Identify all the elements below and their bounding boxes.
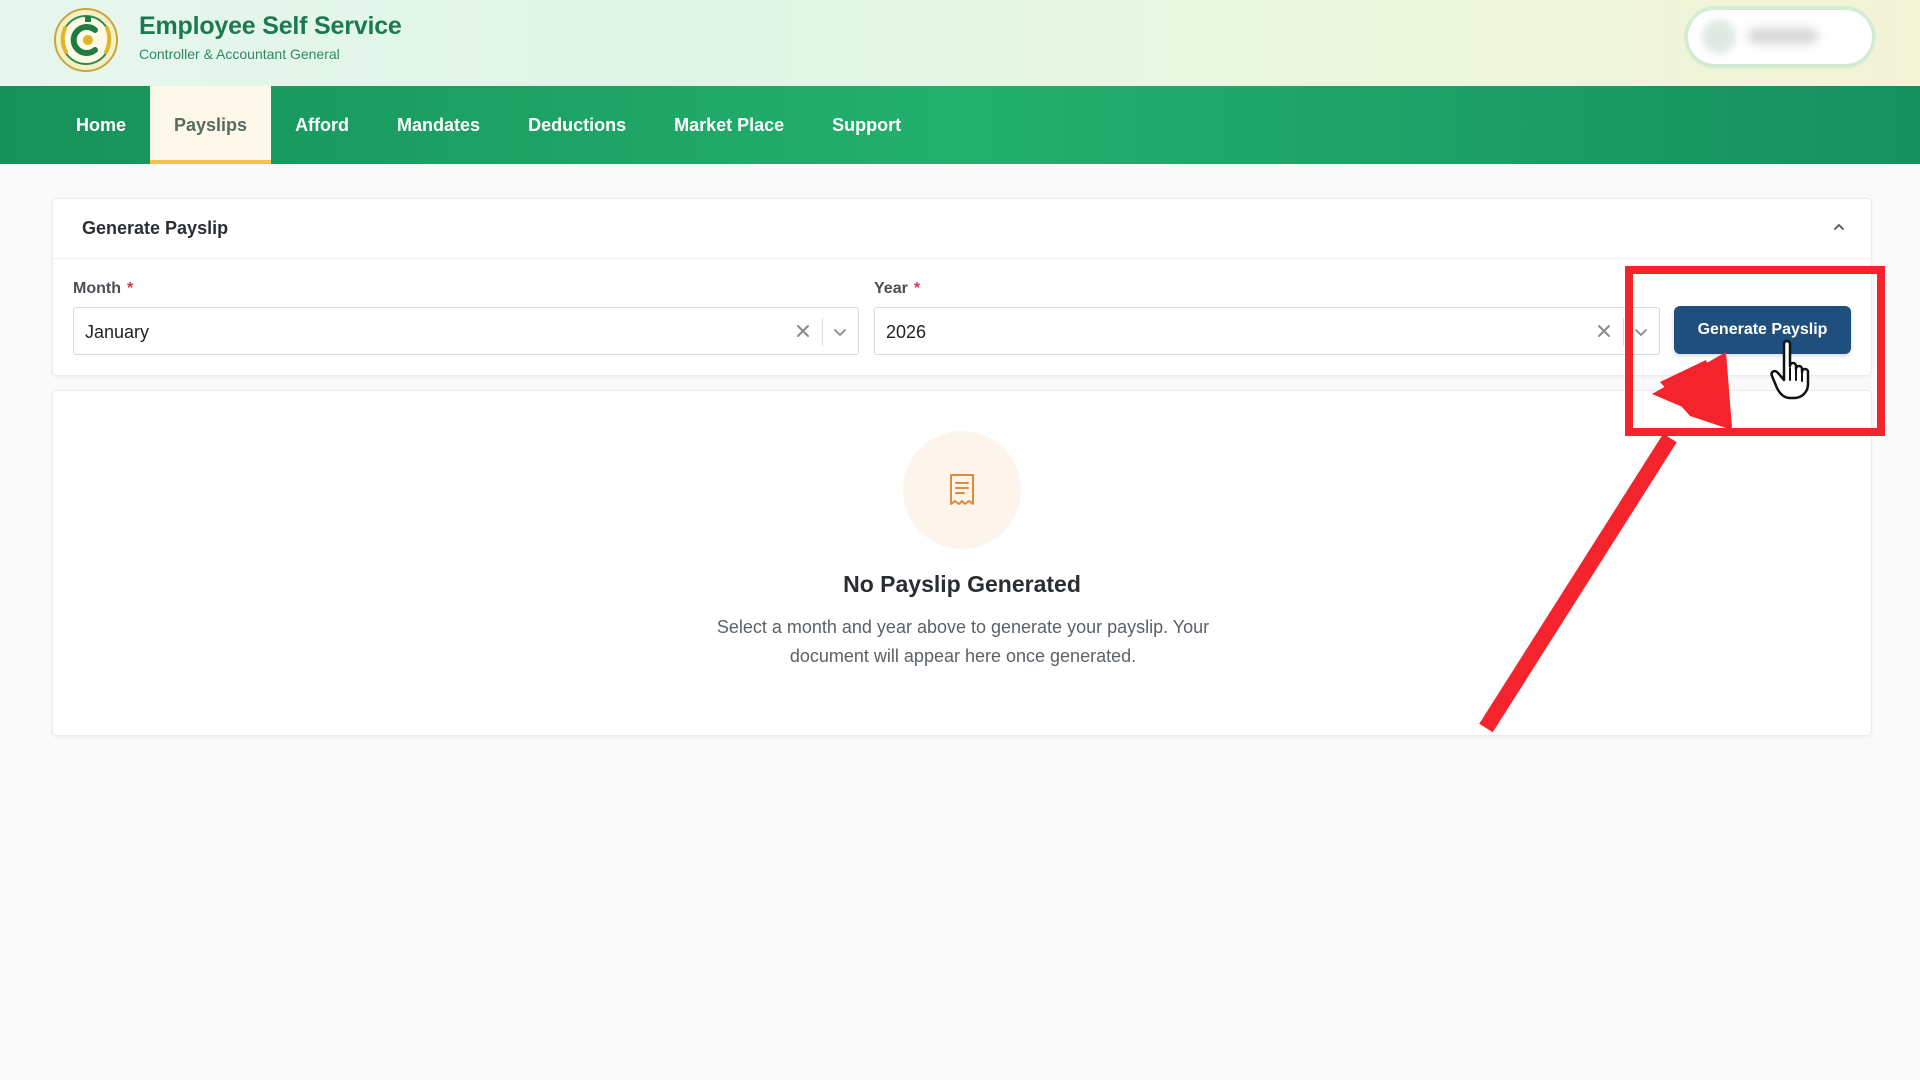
required-mark: * xyxy=(913,280,921,297)
select-divider xyxy=(822,318,823,346)
year-label-text: Year xyxy=(874,280,908,297)
generate-payslip-card: Generate Payslip Month * January Year * 20… xyxy=(52,198,1872,376)
select-divider xyxy=(1623,318,1624,346)
payslip-result-panel: No Payslip Generated Select a month and … xyxy=(52,390,1872,736)
empty-state-icon-circle xyxy=(903,431,1021,549)
chevron-down-icon[interactable] xyxy=(1632,323,1650,341)
government-seal-logo[interactable] xyxy=(52,6,120,74)
close-icon[interactable] xyxy=(1595,322,1613,340)
nav-item-support[interactable]: Support xyxy=(808,86,925,164)
year-select-value: 2026 xyxy=(886,322,927,342)
receipt-document-icon xyxy=(950,474,974,505)
card-header[interactable]: Generate Payslip xyxy=(53,199,1871,259)
nav-item-deductions[interactable]: Deductions xyxy=(504,86,650,164)
empty-state-description: Select a month and year above to generat… xyxy=(716,617,1210,666)
close-icon[interactable] xyxy=(794,322,812,340)
required-mark: * xyxy=(126,280,134,297)
nav-item-afford[interactable]: Afford xyxy=(271,86,373,164)
month-label-text: Month xyxy=(73,280,121,297)
main-nav: Home Payslips Afford Mandates Deductions… xyxy=(0,86,1920,164)
year-select[interactable]: 2026 xyxy=(874,307,1660,355)
nav-item-home[interactable]: Home xyxy=(52,86,150,164)
user-profile-menu[interactable] xyxy=(1688,10,1872,64)
month-label: Month * xyxy=(73,280,133,298)
app-subtitle: Controller & Accountant General xyxy=(139,46,340,62)
month-select-value: January xyxy=(85,322,150,342)
chevron-up-icon[interactable] xyxy=(1831,219,1847,235)
year-label: Year * xyxy=(874,280,920,298)
generate-payslip-button[interactable]: Generate Payslip xyxy=(1674,306,1851,354)
month-select[interactable]: January xyxy=(73,307,859,355)
avatar xyxy=(1702,20,1736,54)
chevron-down-icon[interactable] xyxy=(831,323,849,341)
nav-item-mandates[interactable]: Mandates xyxy=(373,86,504,164)
user-name-redacted xyxy=(1748,28,1818,44)
app-title: Employee Self Service xyxy=(139,12,402,40)
top-header: Employee Self Service Controller & Accou… xyxy=(0,0,1920,86)
nav-item-market-place[interactable]: Market Place xyxy=(650,86,808,164)
empty-state-title: No Payslip Generated xyxy=(843,571,1081,597)
nav-item-payslips[interactable]: Payslips xyxy=(150,86,272,164)
card-title: Generate Payslip xyxy=(82,218,229,238)
